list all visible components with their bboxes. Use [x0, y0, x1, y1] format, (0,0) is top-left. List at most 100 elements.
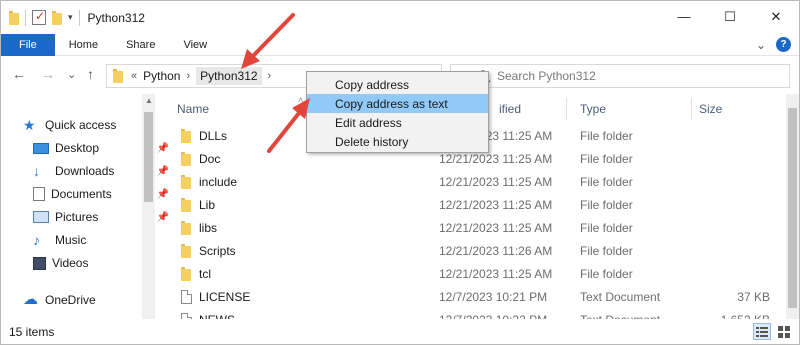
- customize-toolbar-dropdown-icon[interactable]: ▾: [68, 12, 73, 23]
- file-name: tcl: [199, 267, 211, 281]
- large-icons-view-icon: [778, 325, 790, 338]
- menu-item-copy-address[interactable]: Copy address: [307, 75, 488, 94]
- tab-share[interactable]: Share: [112, 34, 169, 56]
- details-view-icon: [756, 326, 768, 337]
- file-name: Scripts: [199, 244, 236, 258]
- scrollbar-thumb[interactable]: [788, 108, 797, 308]
- column-divider[interactable]: [566, 98, 567, 120]
- large-icons-view-button[interactable]: [775, 323, 793, 340]
- ribbon-tabs: File Home Share View ⌄ ?: [1, 33, 799, 56]
- forward-button[interactable]: →: [41, 66, 55, 82]
- file-date-modified: 12/21/2023 11:26 AM: [439, 244, 553, 258]
- sidebar-item-label: OneDrive: [45, 293, 96, 307]
- cloud-icon: ☁: [23, 291, 38, 308]
- details-view-button[interactable]: [753, 323, 771, 340]
- quick-access-toolbar: ▾: [1, 9, 80, 26]
- maximize-button[interactable]: ☐: [707, 1, 753, 32]
- folder-icon: [181, 175, 191, 189]
- folder-icon: [181, 267, 191, 281]
- file-name: include: [199, 175, 238, 189]
- properties-icon[interactable]: [32, 9, 46, 25]
- file-list-scrollbar[interactable]: [786, 94, 799, 319]
- file-date-modified: 12/21/2023 11:25 AM: [439, 152, 553, 166]
- table-row[interactable]: include 12/21/2023 11:25 AM File folder: [161, 171, 786, 193]
- address-overflow-button[interactable]: «: [131, 70, 137, 82]
- documents-icon: [33, 187, 45, 201]
- breadcrumb-python312[interactable]: Python312: [196, 67, 262, 85]
- file-name: LICENSE: [199, 290, 251, 304]
- table-row[interactable]: libs 12/21/2023 11:25 AM File folder: [161, 217, 786, 239]
- file-type: File folder: [580, 129, 633, 143]
- sort-ascending-icon: ˄: [298, 95, 304, 105]
- file-type: File folder: [580, 175, 633, 189]
- menu-item-copy-address-as-text[interactable]: Copy address as text: [307, 94, 488, 113]
- column-divider[interactable]: [691, 98, 692, 120]
- toolbar-divider: [25, 9, 26, 26]
- file-date-modified: 12/21/2023 11:25 AM: [439, 198, 553, 212]
- folder-icon: [113, 69, 123, 83]
- navigation-pane: ★ Quick access Desktop 📌 ↓ Downloads 📌 D…: [1, 94, 169, 319]
- table-row[interactable]: tcl 12/21/2023 11:25 AM File folder: [161, 263, 786, 285]
- tab-home[interactable]: Home: [55, 34, 112, 56]
- file-date-modified: 12/7/2023 10:21 PM: [439, 290, 548, 304]
- table-row[interactable]: Lib 12/21/2023 11:25 AM File folder: [161, 194, 786, 216]
- navigation-pane-scrollbar[interactable]: ▲: [142, 94, 155, 319]
- menu-item-edit-address[interactable]: Edit address: [307, 113, 488, 132]
- file-type: Text Document: [580, 290, 661, 304]
- text-document-icon: [181, 290, 192, 304]
- pictures-icon: [33, 211, 49, 223]
- search-box[interactable]: Search Python312: [450, 64, 790, 88]
- breadcrumb-chevron-icon[interactable]: ›: [186, 70, 190, 82]
- new-folder-icon[interactable]: [52, 10, 62, 25]
- help-icon[interactable]: ?: [776, 37, 791, 52]
- column-header-date-modified[interactable]: ified: [499, 102, 521, 116]
- file-type: File folder: [580, 267, 633, 281]
- scrollbar-thumb[interactable]: [144, 112, 153, 202]
- column-header-type[interactable]: Type: [580, 102, 606, 116]
- file-date-modified: 12/21/2023 11:25 AM: [439, 267, 553, 281]
- folder-icon: [181, 152, 191, 166]
- file-name: Lib: [199, 198, 216, 212]
- folder-icon: [181, 198, 191, 212]
- downloads-icon: ↓: [33, 163, 40, 179]
- column-header-size[interactable]: Size: [699, 102, 722, 116]
- tab-file[interactable]: File: [1, 33, 55, 56]
- sidebar-item-label: Videos: [52, 256, 89, 270]
- sidebar-item-label: Documents: [51, 187, 112, 201]
- toolbar-divider: [78, 9, 80, 26]
- status-bar: 15 items: [1, 319, 799, 344]
- table-row[interactable]: LICENSE 12/7/2023 10:21 PM Text Document 37…: [161, 286, 786, 308]
- tab-view[interactable]: View: [169, 34, 221, 56]
- back-button[interactable]: ←: [12, 66, 26, 82]
- close-button[interactable]: ✕: [753, 1, 799, 32]
- minimize-button[interactable]: —: [661, 1, 707, 32]
- file-name: libs: [199, 221, 218, 235]
- file-type: File folder: [580, 152, 633, 166]
- breadcrumb-python[interactable]: Python: [143, 69, 180, 83]
- up-button[interactable]: ↑: [87, 66, 94, 82]
- desktop-icon: [33, 142, 49, 154]
- folder-icon: [181, 129, 191, 143]
- item-count: 15 items: [9, 324, 55, 339]
- title-bar: ▾ Python312 — ☐ ✕: [1, 1, 799, 34]
- music-icon: ♪: [33, 232, 40, 248]
- sidebar-item-label: Music: [55, 233, 87, 247]
- sidebar-item-label: Pictures: [55, 210, 99, 224]
- folder-icon: [181, 221, 191, 235]
- breadcrumb-chevron-icon[interactable]: ›: [268, 70, 272, 82]
- file-explorer-window: ▾ Python312 — ☐ ✕ File Home Share View ⌄…: [0, 0, 800, 345]
- column-header-name[interactable]: Name: [177, 102, 209, 116]
- sidebar-item-label: Desktop: [55, 141, 100, 155]
- file-date-modified: 12/21/2023 11:25 AM: [439, 221, 553, 235]
- folder-icon: [9, 10, 19, 25]
- file-size: 37 KB: [737, 290, 770, 304]
- sidebar-item-label: Downloads: [55, 164, 115, 178]
- table-row[interactable]: Scripts 12/21/2023 11:26 AM File folder: [161, 240, 786, 262]
- expand-ribbon-icon[interactable]: ⌄: [756, 38, 766, 52]
- file-type: File folder: [580, 244, 633, 258]
- recent-locations-dropdown[interactable]: ⌄: [67, 68, 76, 81]
- menu-item-delete-history[interactable]: Delete history: [307, 132, 488, 151]
- file-type: File folder: [580, 198, 633, 212]
- scroll-up-icon[interactable]: ▲: [145, 96, 153, 105]
- window-title: Python312: [87, 10, 145, 25]
